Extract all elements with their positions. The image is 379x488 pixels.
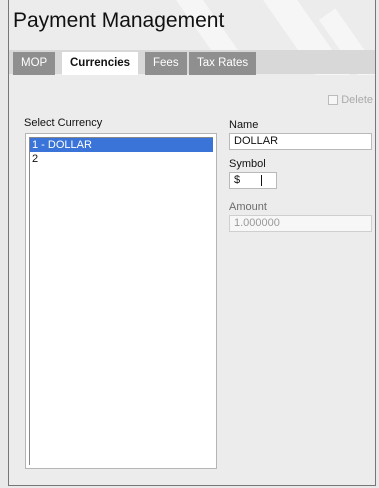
amount-field[interactable]: 1.000000 xyxy=(229,215,372,232)
currency-list-item[interactable]: 2 xyxy=(30,152,213,166)
symbol-field[interactable]: $ xyxy=(229,172,277,189)
select-currency-label: Select Currency xyxy=(24,117,103,129)
symbol-value: $ xyxy=(234,174,241,186)
text-cursor xyxy=(261,175,262,186)
tab-currencies[interactable]: Currencies xyxy=(62,52,139,76)
currency-list[interactable]: 1 - DOLLAR 2 xyxy=(25,133,217,469)
payment-management-window: Payment Management MOP Currencies Fees T… xyxy=(8,0,376,486)
tab-tax-rates[interactable]: Tax Rates xyxy=(189,52,257,75)
tab-fees[interactable]: Fees xyxy=(145,52,187,75)
symbol-label: Symbol xyxy=(229,158,266,170)
page-title: Payment Management xyxy=(13,9,225,32)
tab-mop[interactable]: MOP xyxy=(13,52,56,75)
name-label: Name xyxy=(229,119,259,131)
delete-label: Delete xyxy=(341,94,373,106)
name-field[interactable]: DOLLAR xyxy=(229,133,372,150)
amount-label: Amount xyxy=(229,201,267,213)
delete-checkbox[interactable] xyxy=(328,95,339,105)
currency-list-item[interactable]: 1 - DOLLAR xyxy=(30,138,213,152)
delete-control[interactable]: Delete xyxy=(328,94,373,106)
